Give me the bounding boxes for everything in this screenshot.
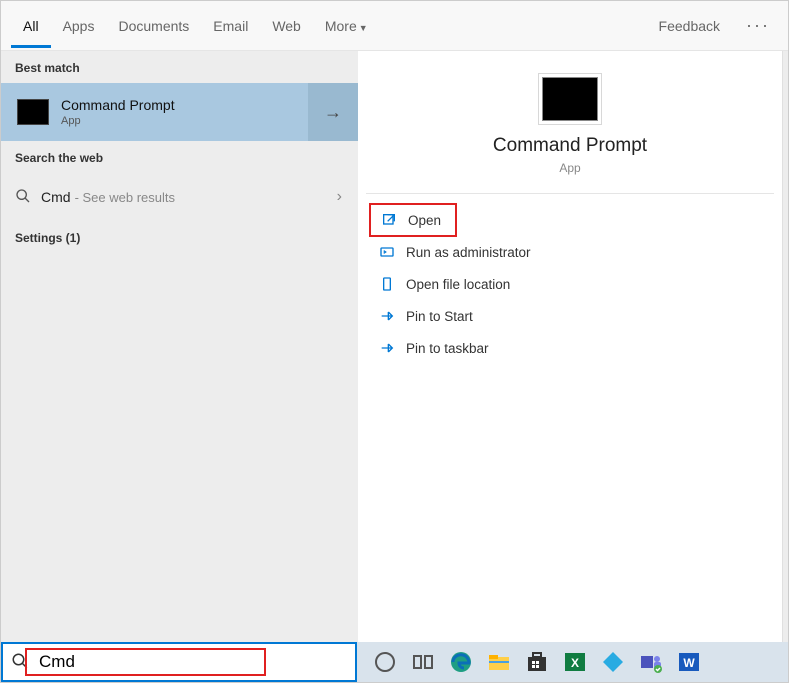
best-match-title: Command Prompt bbox=[61, 97, 175, 113]
search-web-header: Search the web bbox=[1, 141, 358, 173]
command-prompt-icon bbox=[542, 77, 598, 121]
tab-documents[interactable]: Documents bbox=[106, 4, 201, 48]
action-run-admin[interactable]: Run as administrator bbox=[368, 236, 772, 268]
svg-text:W: W bbox=[683, 656, 695, 670]
search-icon bbox=[15, 188, 31, 207]
command-prompt-icon bbox=[17, 99, 49, 125]
search-scope-tabs: All Apps Documents Email Web More▼ Feedb… bbox=[1, 1, 788, 51]
search-highlight bbox=[25, 648, 266, 676]
best-match-subtitle: App bbox=[61, 115, 175, 127]
chevron-right-icon: › bbox=[337, 188, 342, 206]
tab-apps[interactable]: Apps bbox=[51, 4, 107, 48]
pin-icon bbox=[376, 308, 398, 324]
edge-icon[interactable] bbox=[449, 650, 473, 674]
preview-pane: Command Prompt App bbox=[358, 51, 782, 175]
taskbar: X W bbox=[1, 642, 788, 682]
open-preview-arrow-icon[interactable]: → bbox=[308, 83, 358, 141]
action-open-label: Open bbox=[408, 213, 441, 228]
action-pin-start-label: Pin to Start bbox=[406, 309, 473, 324]
tab-email[interactable]: Email bbox=[201, 4, 260, 48]
kodi-icon[interactable] bbox=[601, 650, 625, 674]
word-icon[interactable]: W bbox=[677, 650, 701, 674]
chevron-down-icon: ▼ bbox=[359, 23, 368, 33]
best-match-header: Best match bbox=[1, 51, 358, 83]
folder-icon bbox=[376, 276, 398, 292]
cortana-icon[interactable] bbox=[373, 650, 397, 674]
web-query-text: Cmd bbox=[41, 189, 71, 205]
taskbar-search[interactable] bbox=[1, 642, 357, 682]
action-run-admin-label: Run as administrator bbox=[406, 245, 531, 260]
svg-text:X: X bbox=[571, 656, 579, 670]
file-explorer-icon[interactable] bbox=[487, 650, 511, 674]
action-pin-taskbar[interactable]: Pin to taskbar bbox=[368, 332, 772, 364]
tab-more[interactable]: More▼ bbox=[313, 4, 380, 48]
task-view-icon[interactable] bbox=[411, 650, 435, 674]
preview-subtitle: App bbox=[374, 161, 766, 175]
action-pin-taskbar-label: Pin to taskbar bbox=[406, 341, 489, 356]
tab-all[interactable]: All bbox=[11, 4, 51, 48]
tab-web[interactable]: Web bbox=[260, 4, 313, 48]
action-file-location[interactable]: Open file location bbox=[368, 268, 772, 300]
action-pin-start[interactable]: Pin to Start bbox=[368, 300, 772, 332]
open-icon bbox=[378, 212, 400, 228]
best-match-result[interactable]: Command Prompt App → bbox=[1, 83, 358, 141]
more-options-icon[interactable]: ··· bbox=[738, 15, 778, 36]
shield-icon bbox=[376, 244, 398, 260]
store-icon[interactable] bbox=[525, 650, 549, 674]
settings-header[interactable]: Settings (1) bbox=[1, 221, 358, 253]
pin-icon bbox=[376, 340, 398, 356]
excel-icon[interactable]: X bbox=[563, 650, 587, 674]
action-file-location-label: Open file location bbox=[406, 277, 510, 292]
preview-title: Command Prompt bbox=[374, 135, 766, 157]
action-list: Open Run as administrator Open file loca… bbox=[358, 200, 782, 368]
teams-icon[interactable] bbox=[639, 650, 663, 674]
divider bbox=[366, 193, 774, 194]
feedback-link[interactable]: Feedback bbox=[647, 4, 732, 48]
web-result-row[interactable]: Cmd - See web results › bbox=[1, 173, 358, 221]
action-open[interactable]: Open bbox=[370, 204, 456, 236]
search-input[interactable] bbox=[39, 652, 260, 672]
web-hint-text: - See web results bbox=[75, 190, 175, 205]
